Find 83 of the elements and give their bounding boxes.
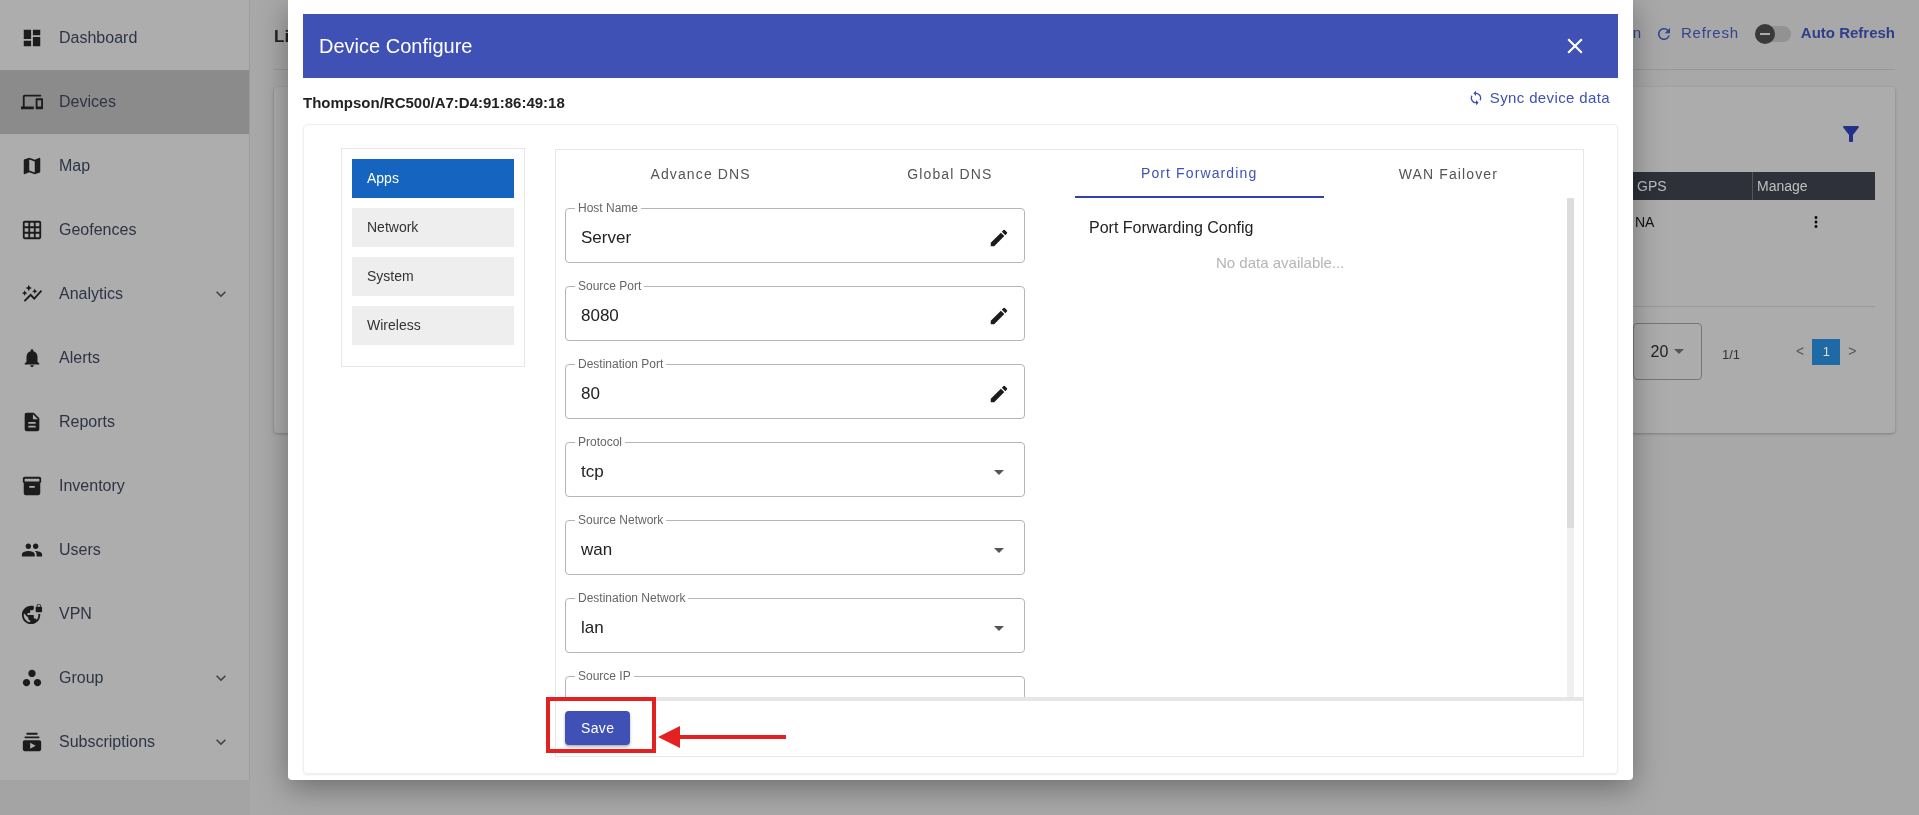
dropdown-caret-icon bbox=[994, 625, 1004, 631]
dialog-title: Device Configure bbox=[319, 34, 473, 59]
save-button[interactable]: Save bbox=[565, 711, 631, 745]
menu-item[interactable]: System bbox=[352, 257, 514, 296]
menu-item[interactable]: Apps bbox=[352, 159, 514, 198]
empty-message: No data available... bbox=[1216, 253, 1346, 273]
input-field[interactable]: Host Name Server bbox=[565, 201, 1025, 263]
sidebar-item[interactable]: Dashboard bbox=[0, 6, 249, 70]
page-count: 1/1 bbox=[1722, 345, 1741, 364]
tab[interactable]: Global DNS bbox=[825, 150, 1075, 198]
sidebar-item[interactable]: Alerts bbox=[0, 326, 249, 390]
arrow-icon bbox=[658, 724, 786, 750]
field-value: lan bbox=[581, 617, 605, 640]
sidebar-label: Subscriptions bbox=[59, 732, 157, 752]
tab[interactable]: Port Forwarding bbox=[1074, 150, 1324, 198]
auto-refresh-toggle[interactable] bbox=[1754, 25, 1791, 42]
field-label: Source Port bbox=[577, 279, 643, 293]
field-label: Protocol bbox=[577, 435, 624, 449]
field-label: Host Name bbox=[577, 201, 640, 215]
device-name: Thompson/RC500/A7:D4:91:86:49:18 bbox=[303, 92, 565, 113]
input-field[interactable]: Source Port 8080 bbox=[565, 279, 1025, 341]
sync-link[interactable]: Sync device data bbox=[1467, 86, 1610, 110]
dropdown-caret-icon bbox=[994, 547, 1004, 553]
select-field[interactable]: Source Network wan bbox=[565, 513, 1025, 575]
sidebar-label: Inventory bbox=[59, 476, 126, 496]
field-label: Source Network bbox=[577, 513, 665, 527]
field-value: wan bbox=[581, 539, 614, 562]
sidebar-label: Reports bbox=[59, 412, 117, 432]
archive-icon bbox=[21, 475, 43, 497]
card-icon bbox=[21, 731, 43, 753]
tab[interactable]: WAN Failover bbox=[1323, 150, 1573, 198]
page-number[interactable]: 1 bbox=[1812, 338, 1841, 365]
field-value: 80 bbox=[581, 383, 601, 406]
field-label: Destination Network bbox=[577, 591, 687, 605]
circles-icon bbox=[21, 667, 43, 689]
field-label: Source IP bbox=[577, 669, 632, 683]
sidebar-item[interactable]: Map bbox=[0, 134, 249, 198]
dashboard-icon bbox=[21, 27, 43, 49]
map-icon bbox=[21, 155, 43, 177]
field-value: 8080 bbox=[581, 305, 620, 328]
select-field[interactable]: Protocol tcp bbox=[565, 435, 1025, 497]
dropdown-caret-icon bbox=[994, 469, 1004, 475]
field-value: Server bbox=[581, 227, 633, 250]
menu-item[interactable]: Wireless bbox=[352, 306, 514, 345]
sidebar-item[interactable]: Reports bbox=[0, 390, 249, 454]
field-value: tcp bbox=[581, 461, 605, 484]
sidebar-label: Devices bbox=[59, 92, 117, 112]
sidebar-label: Alerts bbox=[59, 348, 101, 368]
sidebar-label: Geofences bbox=[59, 220, 138, 240]
toolbar-link[interactable]: n bbox=[1632, 22, 1642, 45]
sidebar-label: Group bbox=[59, 668, 105, 688]
select-field[interactable]: Destination Network lan bbox=[565, 591, 1025, 653]
globe-lock-icon bbox=[21, 603, 43, 625]
sidebar-label: VPN bbox=[59, 604, 93, 624]
refresh-button[interactable]: Refresh bbox=[1655, 22, 1739, 45]
table-cell-text: NA bbox=[1634, 212, 1656, 232]
menu-item[interactable]: Network bbox=[352, 208, 514, 247]
sidebar-label: Map bbox=[59, 156, 92, 176]
sidebar-item[interactable]: Subscriptions bbox=[0, 710, 249, 774]
pencil-icon[interactable] bbox=[988, 383, 1010, 405]
field-label: Destination Port bbox=[577, 357, 665, 371]
tab[interactable]: Advance DNS bbox=[576, 150, 826, 198]
sidebar-item[interactable]: Inventory bbox=[0, 454, 249, 518]
pencil-icon[interactable] bbox=[988, 305, 1010, 327]
page-title: Li bbox=[274, 25, 290, 48]
sidebar-label: Analytics bbox=[59, 284, 125, 304]
pencil-icon[interactable] bbox=[988, 227, 1010, 249]
input-field[interactable]: Destination Port 80 bbox=[565, 357, 1025, 419]
sidebar-item[interactable]: VPN bbox=[0, 582, 249, 646]
previous-page[interactable]: < bbox=[1796, 341, 1805, 362]
sidebar-item[interactable]: Group bbox=[0, 646, 249, 710]
column-header: Manage bbox=[1756, 176, 1809, 196]
sidebar-item[interactable]: Devices bbox=[0, 70, 249, 134]
dropdown-caret-icon bbox=[1674, 349, 1685, 354]
sidebar-item[interactable]: Users bbox=[0, 518, 249, 582]
panel-title: Port Forwarding Config bbox=[1089, 218, 1255, 238]
toggle-label: Auto Refresh bbox=[1800, 23, 1895, 44]
next-page[interactable]: > bbox=[1848, 341, 1857, 362]
sidebar-label: Dashboard bbox=[59, 28, 139, 48]
grid-icon bbox=[21, 219, 43, 241]
sidebar-label: Users bbox=[59, 540, 102, 560]
sidebar-item[interactable]: Analytics bbox=[0, 262, 249, 326]
sidebar-item[interactable]: Geofences bbox=[0, 198, 249, 262]
